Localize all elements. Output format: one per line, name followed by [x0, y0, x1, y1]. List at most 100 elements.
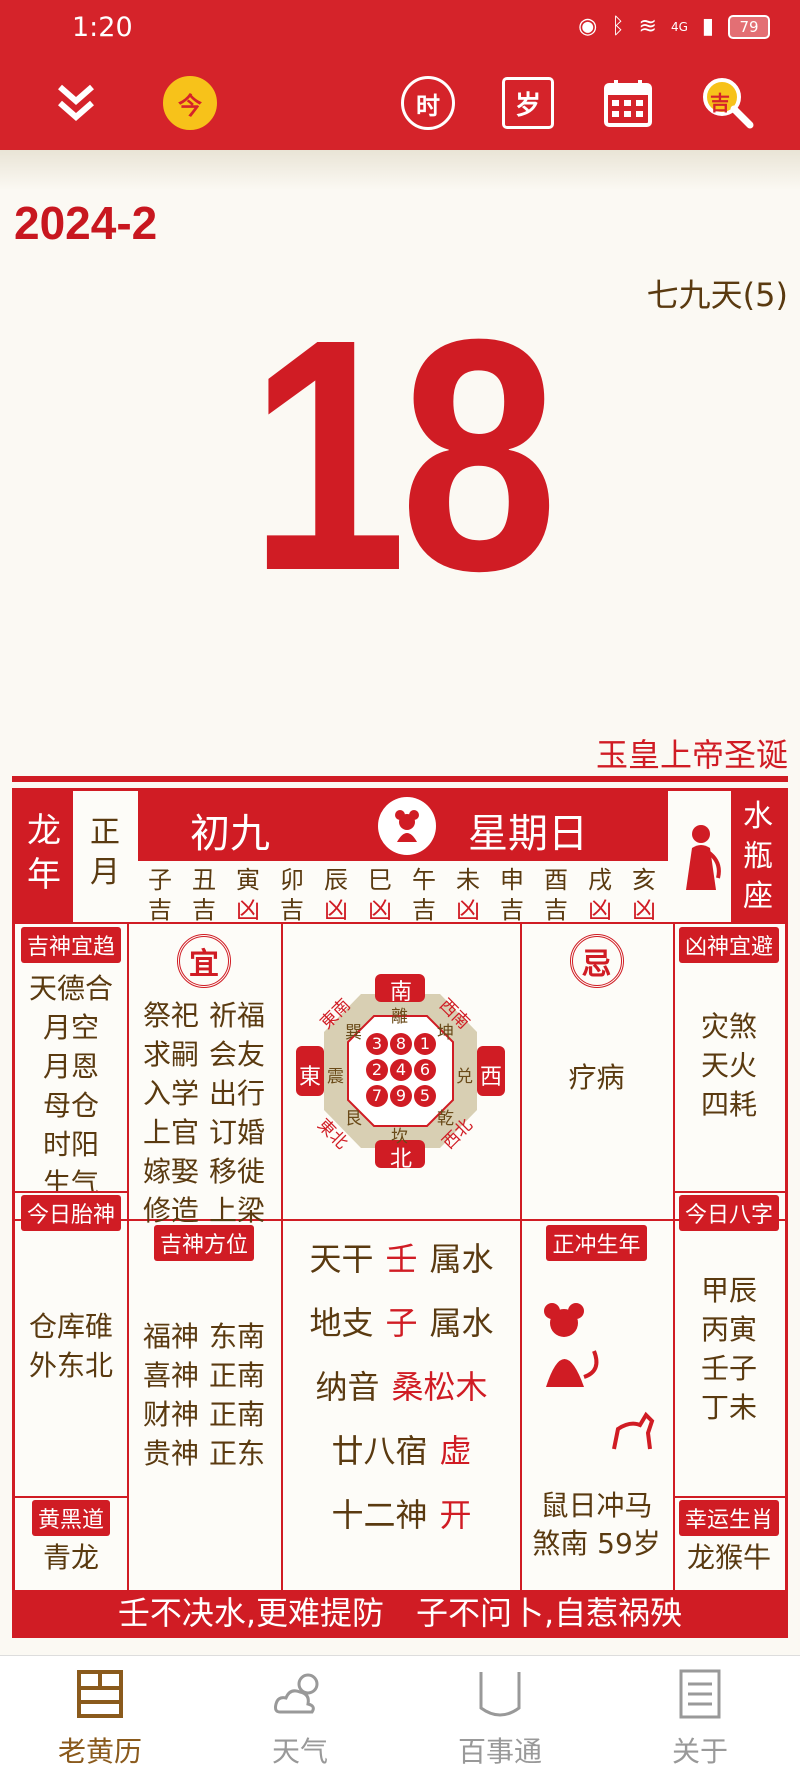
hour-luck: 凶 — [368, 896, 392, 924]
nav-weather-label: 天气 — [271, 1735, 328, 1768]
ganzhi-label: 廿八宿 — [331, 1432, 428, 1470]
rat-zodiac-icon — [378, 797, 436, 855]
hour-item: 卯吉 — [270, 865, 314, 925]
day-number: 18 — [249, 270, 558, 639]
clash-text: 鼠日冲马 煞南 59岁 — [520, 1487, 673, 1563]
hour-branch: 戌 — [588, 866, 612, 894]
nav-almanac-label: 老黄历 — [57, 1735, 142, 1768]
luoshu-number: 1 — [414, 1033, 436, 1055]
hour-branch: 丑 — [192, 866, 216, 894]
horse-icon — [612, 1411, 655, 1450]
yi-seal: 宜 — [177, 934, 231, 988]
year-button[interactable]: 岁 — [500, 75, 556, 131]
luoshu-number: 7 — [366, 1085, 388, 1107]
clash-line: 煞南 59岁 — [532, 1527, 661, 1560]
status-icons: ◉ ᛒ ≋ 4G ▮ 79 — [578, 14, 770, 39]
constellation: 水 瓶 座 — [731, 791, 785, 922]
ganzhi-value: 壬 — [385, 1240, 418, 1278]
ganzhi-extra: 属水 — [429, 1304, 494, 1342]
year-icon: 岁 — [502, 77, 554, 129]
hour-item: 亥凶 — [622, 865, 666, 925]
hour-branch: 寅 — [236, 866, 260, 894]
bad-god-item: 天火 — [700, 1049, 757, 1082]
hour-luck: 凶 — [632, 896, 656, 924]
lucky-zodiac-value: 龙猴牛 — [686, 1541, 771, 1574]
nav-guide[interactable]: 百事通 — [400, 1668, 600, 1770]
yi-item: 会友 — [209, 1038, 266, 1071]
luoshu-number: 6 — [414, 1059, 436, 1081]
direction-value: 正南 — [209, 1359, 266, 1392]
nav-guide-label: 百事通 — [457, 1735, 542, 1768]
clash-title: 正冲生年 — [546, 1225, 647, 1261]
status-time: 1:20 — [72, 12, 133, 43]
today-button[interactable]: 今 — [162, 75, 218, 131]
ganzhi-value: 虚 — [439, 1432, 472, 1470]
direction-value: 东南 — [209, 1320, 266, 1353]
yi-item: 嫁娶 — [142, 1155, 199, 1188]
status-bar: 1:20 ◉ ᛒ ≋ 4G ▮ 79 — [0, 0, 800, 52]
yi-item: 上官 — [142, 1116, 199, 1149]
hour-branch: 酉 — [544, 866, 568, 894]
hour-icon: 时 — [401, 76, 455, 130]
compass-east: 東 — [299, 1065, 322, 1090]
clash-line: 鼠日冲马 — [540, 1489, 653, 1522]
calendar-icon — [604, 80, 652, 127]
hour-luck: 吉 — [192, 896, 216, 924]
hour-luck: 凶 — [456, 896, 480, 924]
hour-item: 辰凶 — [314, 865, 358, 925]
compass-west: 西 — [480, 1065, 503, 1090]
signal-icon: ▮ — [701, 14, 714, 39]
weekday: 星期日 — [468, 811, 588, 857]
hour-luck: 吉 — [148, 896, 172, 924]
fetal-god-panel: 今日胎神 仓库碓 外东北 — [15, 1195, 127, 1495]
zodiac-year-char: 年 — [27, 855, 61, 895]
hour-branch: 巳 — [368, 866, 392, 894]
nav-about[interactable]: 关于 — [600, 1668, 800, 1770]
hour-luck: 吉 — [500, 896, 524, 924]
yi-item: 入学 — [142, 1077, 199, 1110]
huangdao-title: 黄黑道 — [31, 1500, 110, 1536]
trigram-li: 離 — [391, 1007, 408, 1027]
god-directions-title: 吉神方位 — [153, 1225, 254, 1261]
trigram-qian: 乾 — [437, 1109, 454, 1129]
ganzhi-row: 天干壬属水 — [283, 1227, 520, 1291]
bazi-title: 今日八字 — [678, 1195, 779, 1231]
ganzhi-row: 廿八宿虚 — [283, 1419, 520, 1483]
nav-weather[interactable]: 天气 — [200, 1668, 400, 1770]
nav-about-label: 关于 — [671, 1735, 728, 1768]
year-month[interactable]: 2024-2 — [14, 196, 157, 250]
constellation-char: 瓶 — [743, 839, 773, 874]
bad-gods-list: 灾煞 天火 四耗 — [673, 1007, 785, 1124]
trigram-gen: 艮 — [345, 1109, 362, 1129]
hour-luck: 凶 — [588, 896, 612, 924]
hour-button[interactable]: 时 — [400, 75, 456, 131]
trigram-xun: 巽 — [345, 1023, 362, 1043]
calendar-button[interactable] — [600, 75, 656, 131]
aquarius-icon — [671, 791, 731, 922]
hour-branch: 午 — [412, 866, 436, 894]
collapse-button[interactable] — [48, 75, 104, 131]
luoshu-number: 2 — [366, 1059, 388, 1081]
search-button[interactable]: 吉 — [700, 75, 756, 131]
hour-item: 酉吉 — [534, 865, 578, 925]
good-god-item: 母仓 — [42, 1089, 99, 1122]
hour-branch: 申 — [500, 866, 524, 894]
bad-god-item: 灾煞 — [700, 1010, 757, 1043]
bottom-nav: 老黄历 天气 百事通 关于 — [0, 1655, 800, 1778]
hour-luck: 凶 — [324, 896, 348, 924]
ganzhi-row: 十二神开 — [283, 1483, 520, 1547]
good-gods-panel: 吉神宜趋 天德合月空月恩母仓时阳生气益后 — [15, 927, 127, 1191]
luoshu-number: 3 — [366, 1033, 388, 1055]
bazi-panel: 今日八字 甲辰 丙寅 壬子 丁未 — [673, 1195, 785, 1495]
constellation-char: 座 — [743, 879, 773, 914]
luoshu-number: 4 — [390, 1059, 412, 1081]
direction-god: 喜神 — [142, 1359, 199, 1392]
ganzhi-row: 纳音 桑松木 — [283, 1355, 520, 1419]
ganzhi-label: 地支 — [309, 1304, 374, 1342]
god-directions-list: 福神 东南 喜神 正南 财神 正南 贵神 正东 — [127, 1317, 281, 1473]
fetal-god-text: 仓库碓 外东北 — [15, 1307, 127, 1385]
trigram-zhen: 震 — [327, 1067, 344, 1087]
good-god-item: 时阳 — [42, 1128, 99, 1161]
nav-almanac[interactable]: 老黄历 — [0, 1668, 200, 1770]
direction-value: 正东 — [209, 1437, 266, 1470]
